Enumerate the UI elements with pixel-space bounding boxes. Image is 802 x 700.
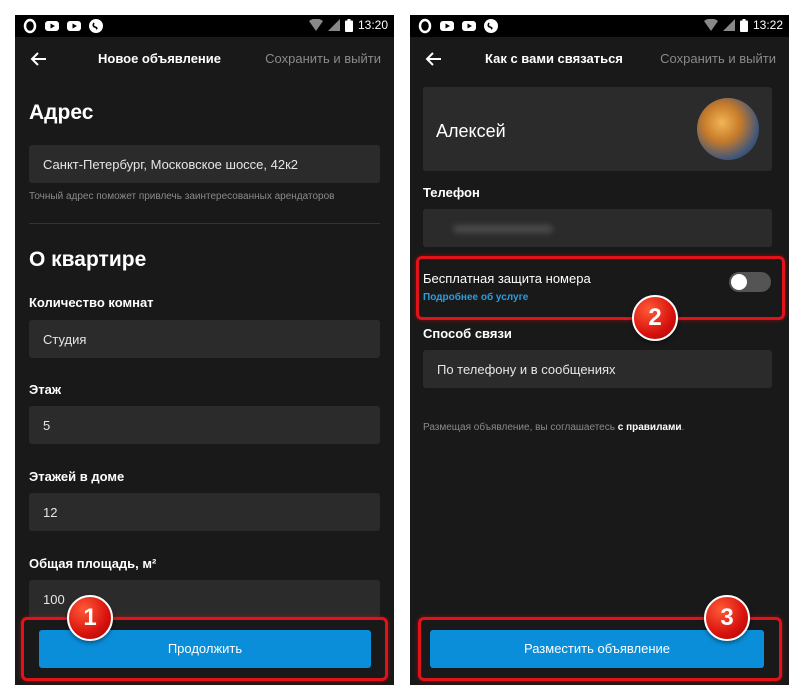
step-badge: 3 — [704, 595, 750, 641]
area-value: 100 — [43, 592, 65, 607]
signal-icon — [327, 19, 340, 31]
youtube-icon — [462, 21, 476, 31]
apartment-heading: О квартире — [29, 248, 147, 271]
phone-input[interactable] — [423, 209, 772, 247]
wifi-icon — [703, 19, 718, 31]
floor-value: 5 — [43, 418, 51, 433]
step-badge: 1 — [67, 595, 113, 641]
phone-label: Телефон — [423, 185, 480, 200]
shazam-icon — [484, 19, 498, 33]
contact-method-select[interactable]: По телефону и в сообщениях — [423, 350, 772, 388]
rooms-value: Студия — [43, 332, 87, 347]
youtube-icon — [440, 21, 454, 31]
address-hint: Точный адрес поможет привлечь заинтересо… — [29, 191, 335, 202]
page-title: Как с вами связаться — [485, 51, 623, 66]
contact-method-value: По телефону и в сообщениях — [437, 362, 616, 377]
app-bar: Новое объявление Сохранить и выйти — [15, 37, 394, 81]
phone-value-blurred — [453, 225, 553, 233]
app-bar: Как с вами связаться Сохранить и выйти — [410, 37, 789, 81]
clock: 13:22 — [752, 18, 783, 32]
area-label: Общая площадь, м² — [29, 556, 157, 571]
save-and-exit-button[interactable]: Сохранить и выйти — [660, 51, 776, 66]
floors-value: 12 — [43, 505, 58, 520]
rooms-label: Количество комнат — [29, 295, 154, 310]
address-input[interactable]: Санкт-Петербург, Московское шоссе, 42к2 — [29, 145, 380, 183]
youtube-icon — [67, 21, 81, 31]
save-and-exit-button[interactable]: Сохранить и выйти — [265, 51, 381, 66]
shazam-icon — [89, 19, 103, 33]
terms-prefix: Размещая объявление, вы соглашаетесь — [423, 422, 618, 433]
terms-suffix: . — [681, 422, 685, 433]
terms-link[interactable]: с правилами — [618, 422, 682, 433]
floors-label: Этажей в доме — [29, 469, 125, 484]
screen-new-listing: 13:20 Новое объявление Сохранить и выйти… — [15, 15, 394, 685]
highlight-frame — [416, 256, 785, 320]
status-bar: 13:22 — [410, 15, 789, 37]
user-name: Алексей — [436, 121, 506, 141]
floors-input[interactable]: 12 — [29, 493, 380, 531]
battery-icon — [344, 18, 353, 32]
page-title: Новое объявление — [98, 51, 222, 66]
clock: 13:20 — [357, 18, 388, 32]
contact-method-label: Способ связи — [423, 326, 512, 341]
floor-input[interactable]: 5 — [29, 406, 380, 444]
step-badge: 2 — [632, 295, 678, 341]
avatar[interactable] — [697, 98, 759, 160]
battery-icon — [739, 18, 748, 32]
signal-icon — [722, 19, 735, 31]
back-arrow-icon[interactable] — [29, 49, 49, 69]
rooms-select[interactable]: Студия — [29, 320, 380, 358]
status-bar: 13:20 — [15, 15, 394, 37]
opera-icon — [23, 18, 37, 34]
youtube-icon — [45, 21, 59, 31]
address-value: Санкт-Петербург, Московское шоссе, 42к2 — [43, 157, 299, 172]
screen-contact: 13:22 Как с вами связаться Сохранить и в… — [410, 15, 789, 685]
terms-text: Размещая объявление, вы соглашаетесь с п… — [423, 422, 684, 433]
divider — [29, 223, 380, 224]
floor-label: Этаж — [29, 382, 62, 397]
address-heading: Адрес — [29, 101, 94, 124]
wifi-icon — [308, 19, 323, 31]
opera-icon — [418, 18, 432, 34]
profile-card: Алексей — [423, 87, 772, 171]
back-arrow-icon[interactable] — [424, 49, 444, 69]
